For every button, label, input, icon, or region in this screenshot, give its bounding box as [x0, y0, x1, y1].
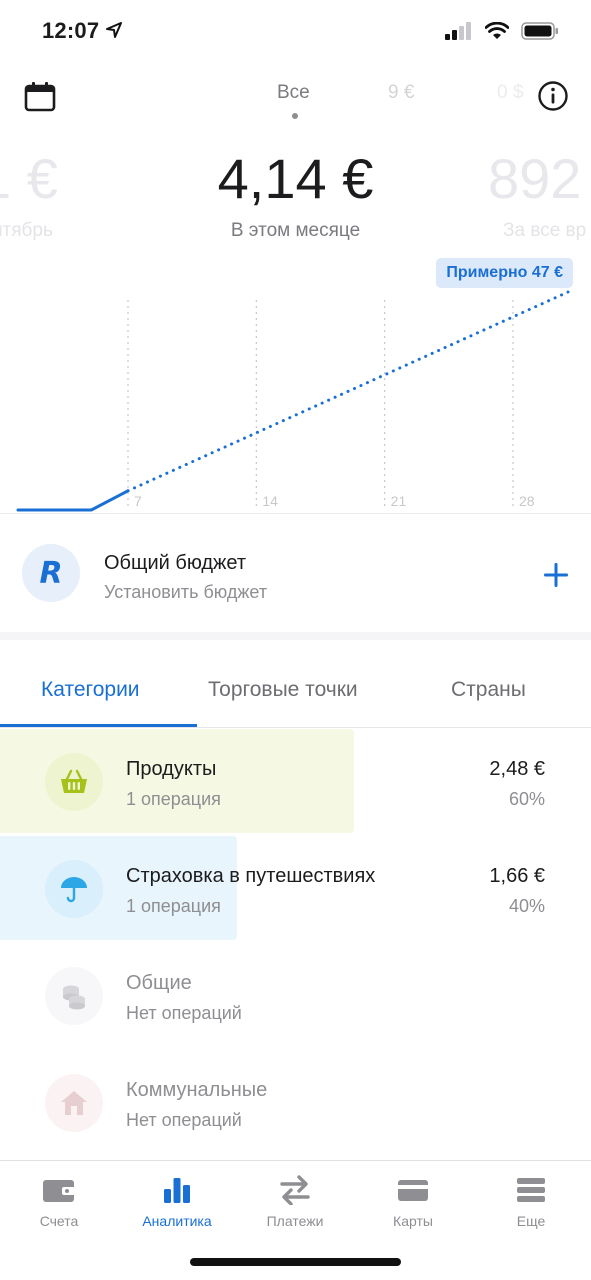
- status-indicators: [445, 22, 559, 40]
- category-percent: 60%: [508, 789, 545, 809]
- nav-label: Карты: [393, 1213, 433, 1229]
- coins-icon: [63, 985, 85, 1010]
- section-separator: [0, 632, 591, 640]
- status-bar: 12:07: [0, 0, 591, 64]
- revolut-logo-icon: R: [39, 555, 63, 591]
- budget-title: Общий бюджет: [104, 552, 247, 574]
- battery-icon: [521, 22, 558, 40]
- x-tick-label: 7: [134, 493, 142, 509]
- list-item-travel-insurance[interactable]: Страховка в путешествиях 1 операция 1,66…: [0, 836, 591, 942]
- category-amount: 2,48 €: [489, 758, 545, 780]
- x-tick-label: 21: [391, 493, 407, 509]
- x-tick-label: 14: [262, 493, 278, 509]
- all-time-label: За все вр: [503, 220, 587, 241]
- transfer-icon: [280, 1175, 310, 1205]
- tabs-divider: [0, 727, 591, 728]
- category-operations: Нет операций: [126, 1003, 242, 1023]
- spending-chart: 7 14 21 28 Примерно 47 €: [0, 252, 591, 514]
- signal-icon: [445, 22, 471, 40]
- wallet-icon: [43, 1180, 75, 1202]
- period-tab-all[interactable]: Все: [277, 82, 310, 104]
- tab-countries[interactable]: Страны: [451, 678, 526, 702]
- category-name: Страховка в путешествиях: [126, 865, 376, 887]
- nav-payments[interactable]: Платежи: [240, 1175, 350, 1229]
- all-time-amount: 892: [488, 147, 582, 210]
- forecast-line: [126, 290, 570, 493]
- period-tab-usd[interactable]: 0 $: [497, 82, 523, 104]
- basket-icon: [61, 769, 87, 793]
- x-tick-label: 28: [519, 493, 535, 509]
- nav-label: Счета: [39, 1213, 79, 1229]
- wifi-icon: [485, 22, 509, 39]
- tab-categories[interactable]: Категории: [41, 678, 140, 702]
- info-icon[interactable]: [537, 80, 569, 112]
- share-bar: [0, 836, 237, 940]
- location-arrow-icon: [106, 22, 122, 38]
- category-tabs: Категории Торговые точки Страны: [0, 654, 591, 727]
- budget-row[interactable]: R Общий бюджет Установить бюджет: [0, 520, 591, 632]
- house-icon: [61, 1091, 87, 1115]
- top-bar: Все 9 € 0 $: [0, 70, 591, 126]
- chart-plot: 7 14 21 28: [16, 290, 570, 512]
- spending-line: [16, 489, 130, 512]
- category-percent: 40%: [508, 896, 545, 916]
- period-tab-eur[interactable]: 9 €: [388, 82, 414, 104]
- chart-baseline: [0, 513, 591, 514]
- budget-subtitle: Установить бюджет: [104, 582, 268, 602]
- category-icon-bg: [45, 753, 103, 811]
- category-icon-bg: [45, 1074, 103, 1132]
- umbrella-icon: [61, 877, 87, 903]
- calendar-icon[interactable]: [24, 82, 56, 112]
- category-name: Коммунальные: [126, 1079, 268, 1101]
- nav-analytics[interactable]: Аналитика: [122, 1175, 232, 1229]
- card-icon: [398, 1180, 428, 1201]
- amount-carousel[interactable]: 1 € сентябрь 4,14 € В этом месяце 892 За…: [0, 140, 591, 250]
- home-indicator: [190, 1258, 401, 1266]
- nav-more[interactable]: Еще: [476, 1175, 586, 1229]
- category-operations: 1 операция: [126, 896, 221, 916]
- tab-merchants[interactable]: Торговые точки: [208, 678, 358, 702]
- nav-label: Платежи: [266, 1213, 324, 1229]
- add-budget-button[interactable]: [543, 562, 569, 588]
- list-item-products[interactable]: Продукты 1 операция 2,48 € 60%: [0, 729, 591, 835]
- page-indicator-dot: [292, 113, 298, 119]
- list-item-general[interactable]: Общие Нет операций: [0, 943, 591, 1049]
- category-operations: 1 операция: [126, 789, 221, 809]
- category-operations: Нет операций: [126, 1110, 242, 1130]
- forecast-badge: Примерно 47 €: [436, 258, 573, 288]
- nav-label: Аналитика: [142, 1213, 212, 1229]
- analytics-icon: [164, 1178, 190, 1203]
- nav-label: Еще: [516, 1213, 546, 1229]
- nav-cards[interactable]: Карты: [358, 1175, 468, 1229]
- category-name: Общие: [126, 972, 192, 994]
- nav-accounts[interactable]: Счета: [4, 1175, 114, 1229]
- status-time: 12:07: [42, 18, 100, 43]
- more-icon: [517, 1178, 545, 1202]
- category-icon-bg: [45, 860, 103, 918]
- list-item-utilities[interactable]: Коммунальные Нет операций: [0, 1050, 591, 1156]
- budget-avatar: R: [22, 544, 80, 602]
- category-name: Продукты: [126, 758, 217, 780]
- category-amount: 1,66 €: [489, 865, 545, 887]
- category-icon-bg: [45, 967, 103, 1025]
